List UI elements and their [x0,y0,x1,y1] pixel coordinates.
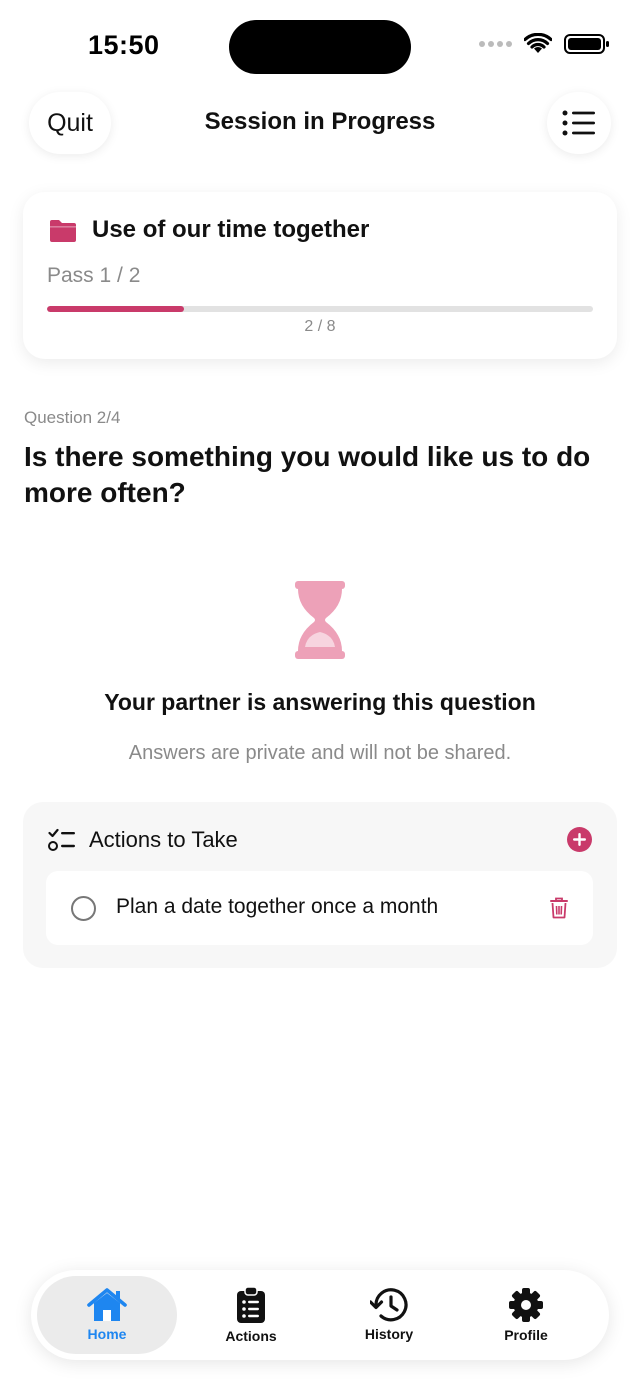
pass-indicator: Pass 1 / 2 [47,264,141,287]
dynamic-island [229,20,411,74]
status-indicators [479,33,610,55]
topic-title: Use of our time together [92,216,370,243]
actions-card: Actions to Take Plan a date together onc… [23,802,617,968]
gear-icon [509,1288,543,1322]
waiting-title: Your partner is answering this question [104,689,536,715]
progress-bar-fill [47,306,184,312]
tab-label-history: History [364,1326,414,1342]
action-checkbox[interactable] [71,896,96,921]
privacy-note: Answers are private and will not be shar… [128,742,512,764]
question-list-button[interactable] [547,92,611,154]
list-icon [562,110,595,136]
action-item: Plan a date together once a month [46,871,593,945]
wifi-icon [524,33,552,53]
tab-profile[interactable]: Profile [456,1276,596,1354]
action-item-text: Plan a date together once a month [116,895,439,918]
folder-icon [50,220,76,242]
plus-icon [573,833,586,846]
question-text: Is there something you would like us to … [24,441,591,508]
tab-bar: Home Actions History Profile [31,1270,609,1360]
tab-home[interactable]: Home [37,1276,177,1354]
tab-label-profile: Profile [504,1327,548,1343]
hourglass-icon [295,581,345,659]
tab-label-home: Home [87,1326,127,1342]
history-icon [370,1288,408,1322]
trash-icon[interactable] [549,897,569,919]
checklist-icon [48,828,75,851]
tab-actions[interactable]: Actions [181,1276,321,1354]
status-time: 15:50 [88,30,160,60]
home-icon [87,1288,127,1321]
add-action-button[interactable] [567,827,592,852]
clipboard-icon [237,1286,265,1323]
screen: 15:50 Quit Session in Progress Use of ou… [0,0,640,1391]
progress-count: 2 / 8 [304,318,336,335]
cellular-signal-icon [479,41,512,47]
battery-icon [564,34,609,54]
tab-label-actions: Actions [225,1328,277,1344]
page-title: Session in Progress [204,108,436,135]
actions-title: Actions to Take [89,827,238,852]
session-progress-card: Use of our time together Pass 1 / 2 2 / … [23,192,617,359]
tab-history[interactable]: History [319,1276,459,1354]
question-number: Question 2/4 [24,408,121,427]
progress-bar [47,306,593,312]
